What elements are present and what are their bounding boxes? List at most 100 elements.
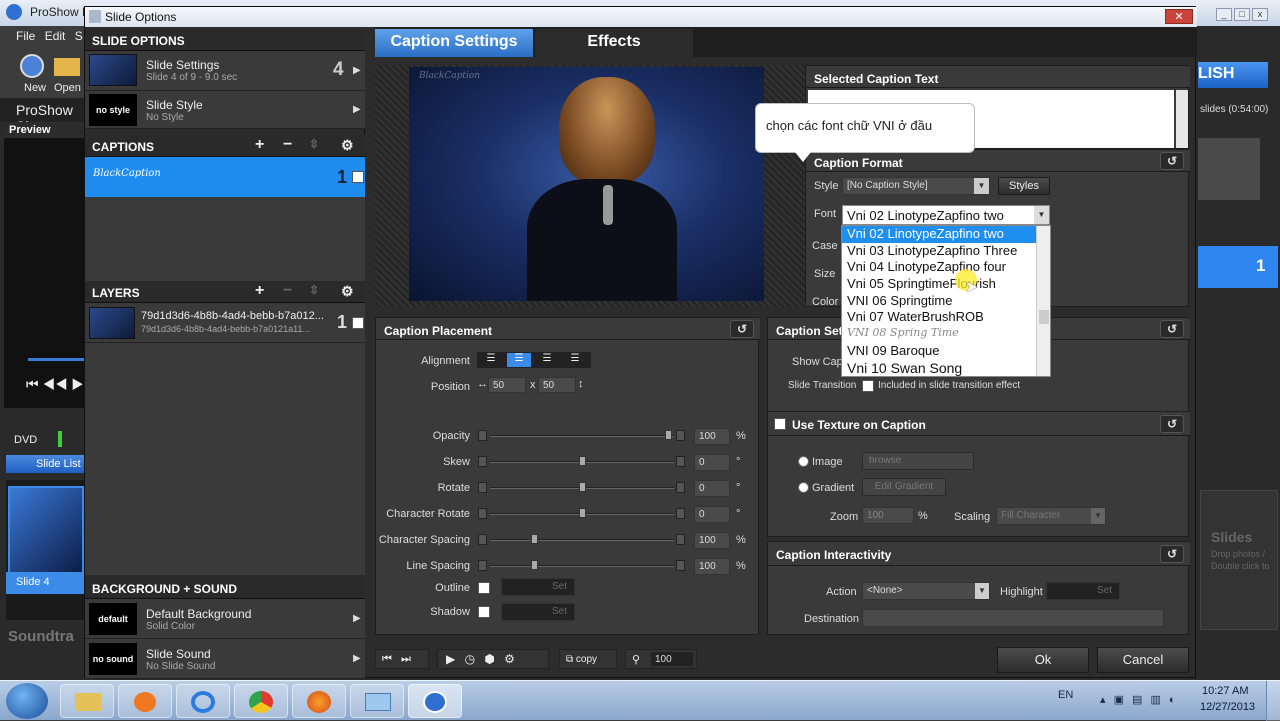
highlight-color-swatch[interactable]: Set: [1046, 582, 1120, 600]
firefox-icon[interactable]: [292, 684, 346, 718]
slider-value[interactable]: 0: [694, 454, 730, 471]
gradient-radio[interactable]: [798, 482, 809, 493]
font-dropdown-scrollbar[interactable]: [1036, 226, 1050, 376]
playback-controls-icon[interactable]: ⏮ ◀◀ ▶: [26, 376, 84, 393]
tab-caption-settings[interactable]: Caption Settings: [375, 29, 533, 57]
outline-color-swatch[interactable]: Set: [501, 578, 575, 596]
publish-button[interactable]: LISH: [1198, 62, 1268, 88]
move-horizontal-icon[interactable]: ↔: [477, 378, 488, 390]
add-caption-icon[interactable]: +: [255, 136, 264, 154]
menu-edit[interactable]: Edit: [45, 29, 66, 43]
slide-style-row[interactable]: no style Slide Style No Style ▶: [85, 91, 365, 129]
font-dropdown-list[interactable]: Vni 02 LinotypeZapfino two Vni 03 Linoty…: [841, 225, 1051, 377]
sound-row[interactable]: no sound Slide Sound No Slide Sound ▶: [85, 639, 365, 679]
slider-knob[interactable]: [579, 456, 586, 466]
open-folder-icon[interactable]: [54, 58, 80, 76]
slide-thumbnail[interactable]: [8, 486, 84, 576]
slider-decrement[interactable]: [478, 482, 487, 493]
layer-item[interactable]: 79d1d3d6-4b8b-4ad4-bebb-b7a012... 79d1d3…: [85, 303, 365, 343]
slider-value[interactable]: 100: [694, 428, 730, 445]
browse-button[interactable]: browse: [862, 452, 974, 470]
shadow-color-swatch[interactable]: Set: [501, 603, 575, 621]
slider-knob[interactable]: [531, 534, 539, 544]
position-x-input[interactable]: 50: [488, 377, 526, 393]
slider-knob[interactable]: [579, 508, 586, 518]
background-row[interactable]: default Default Background Solid Color ▶: [85, 599, 365, 639]
edit-gradient-button[interactable]: Edit Gradient: [862, 478, 946, 496]
font-option[interactable]: Vni 03 LinotypeZapfino Three: [842, 243, 1050, 260]
reset-icon[interactable]: ↺: [1160, 545, 1184, 563]
window-icon[interactable]: [350, 684, 404, 718]
zoom-input[interactable]: 100: [862, 507, 914, 524]
slider-value[interactable]: 100: [694, 558, 730, 575]
font-option[interactable]: Vni 04 LinotypeZapfino four: [842, 259, 1050, 276]
slider-increment[interactable]: [676, 456, 685, 467]
slide-list-tab[interactable]: Slide List: [6, 455, 84, 473]
explorer-icon[interactable]: [60, 684, 114, 718]
action-select[interactable]: <None> ▼: [862, 582, 990, 600]
ok-button[interactable]: Ok: [997, 647, 1089, 673]
playback-icons[interactable]: ▶ ◷ ⬢ ⚙: [437, 649, 549, 669]
slider-increment[interactable]: [676, 534, 685, 545]
gear-icon[interactable]: ⚙: [341, 137, 354, 154]
slider-track[interactable]: [490, 565, 674, 567]
copy-button[interactable]: ⧉ copy: [559, 649, 617, 669]
gear-icon[interactable]: ⚙: [341, 283, 354, 300]
menu-s[interactable]: S: [75, 29, 83, 43]
slider-value[interactable]: 100: [694, 532, 730, 549]
style-select[interactable]: [No Caption Style] ▼: [842, 177, 990, 195]
slider-track[interactable]: [490, 539, 674, 541]
reset-icon[interactable]: ↺: [730, 320, 754, 338]
reset-icon[interactable]: ↺: [1160, 152, 1184, 170]
clock-date[interactable]: 12/27/2013: [1200, 701, 1255, 713]
media-player-icon[interactable]: [118, 684, 172, 718]
slider-knob[interactable]: [579, 482, 586, 492]
remove-layer-icon[interactable]: −: [283, 282, 292, 300]
new-icon[interactable]: [20, 54, 44, 78]
font-option[interactable]: Vni 07 WaterBrushROB: [842, 309, 1050, 326]
reorder-icon[interactable]: ⇳: [309, 137, 319, 151]
reset-icon[interactable]: ↺: [1160, 320, 1184, 338]
font-option[interactable]: VNI 06 Springtime: [842, 293, 1050, 310]
remove-caption-icon[interactable]: −: [283, 136, 292, 154]
image-radio[interactable]: [798, 456, 809, 467]
slider-decrement[interactable]: [478, 534, 487, 545]
outline-checkbox[interactable]: [478, 582, 490, 594]
font-option[interactable]: Vni 05 SpringtimeFlourish: [842, 276, 1050, 293]
font-option[interactable]: Vni 10 Swan Song: [842, 360, 1050, 377]
tab-effects[interactable]: Effects: [535, 29, 693, 57]
reorder-icon[interactable]: ⇳: [309, 283, 319, 297]
minimize-icon[interactable]: _: [1216, 8, 1232, 21]
internet-explorer-icon[interactable]: [176, 684, 230, 718]
destination-input[interactable]: [862, 609, 1164, 627]
proshow-taskbar-icon[interactable]: [408, 684, 462, 718]
slider-increment[interactable]: [676, 560, 685, 571]
layer-visible-checkbox[interactable]: [352, 317, 364, 329]
slider-decrement[interactable]: [478, 508, 487, 519]
caption-text-scrollbar[interactable]: [1176, 90, 1188, 148]
position-y-input[interactable]: 50: [538, 377, 576, 393]
font-option[interactable]: VNI 09 Baroque: [842, 343, 1050, 360]
use-texture-checkbox[interactable]: [774, 418, 786, 430]
language-indicator[interactable]: EN: [1058, 689, 1073, 701]
slider-decrement[interactable]: [478, 456, 487, 467]
scrollbar-thumb[interactable]: [1039, 310, 1049, 324]
font-select[interactable]: Vni 02 LinotypeZapfino two ▼: [842, 205, 1050, 225]
align-left-icon[interactable]: ☰: [479, 353, 503, 367]
shadow-checkbox[interactable]: [478, 606, 490, 618]
slide-preview-image[interactable]: BlackCaption: [409, 67, 764, 301]
align-right-icon[interactable]: ☰: [535, 353, 559, 367]
scaling-select[interactable]: Fill Character ▼: [996, 507, 1106, 525]
system-tray-icons[interactable]: ▴ ▣ ▤ ▥ ◐: [1100, 693, 1176, 706]
start-button-icon[interactable]: [6, 683, 48, 719]
slider-value[interactable]: 0: [694, 480, 730, 497]
align-justify-icon[interactable]: ☰: [563, 353, 587, 367]
font-option[interactable]: Vni 02 LinotypeZapfino two: [842, 226, 1050, 243]
slider-increment[interactable]: [676, 430, 685, 441]
show-desktop-button[interactable]: [1266, 681, 1280, 721]
slide-transition-checkbox[interactable]: [862, 380, 874, 392]
zoom-control[interactable]: ⚲ 100: [625, 649, 697, 669]
dialog-close-button[interactable]: ✕: [1165, 9, 1193, 24]
align-center-icon[interactable]: ☰: [507, 353, 531, 367]
slides-drop-area[interactable]: Slides Drop photos / Double click to: [1200, 490, 1278, 630]
